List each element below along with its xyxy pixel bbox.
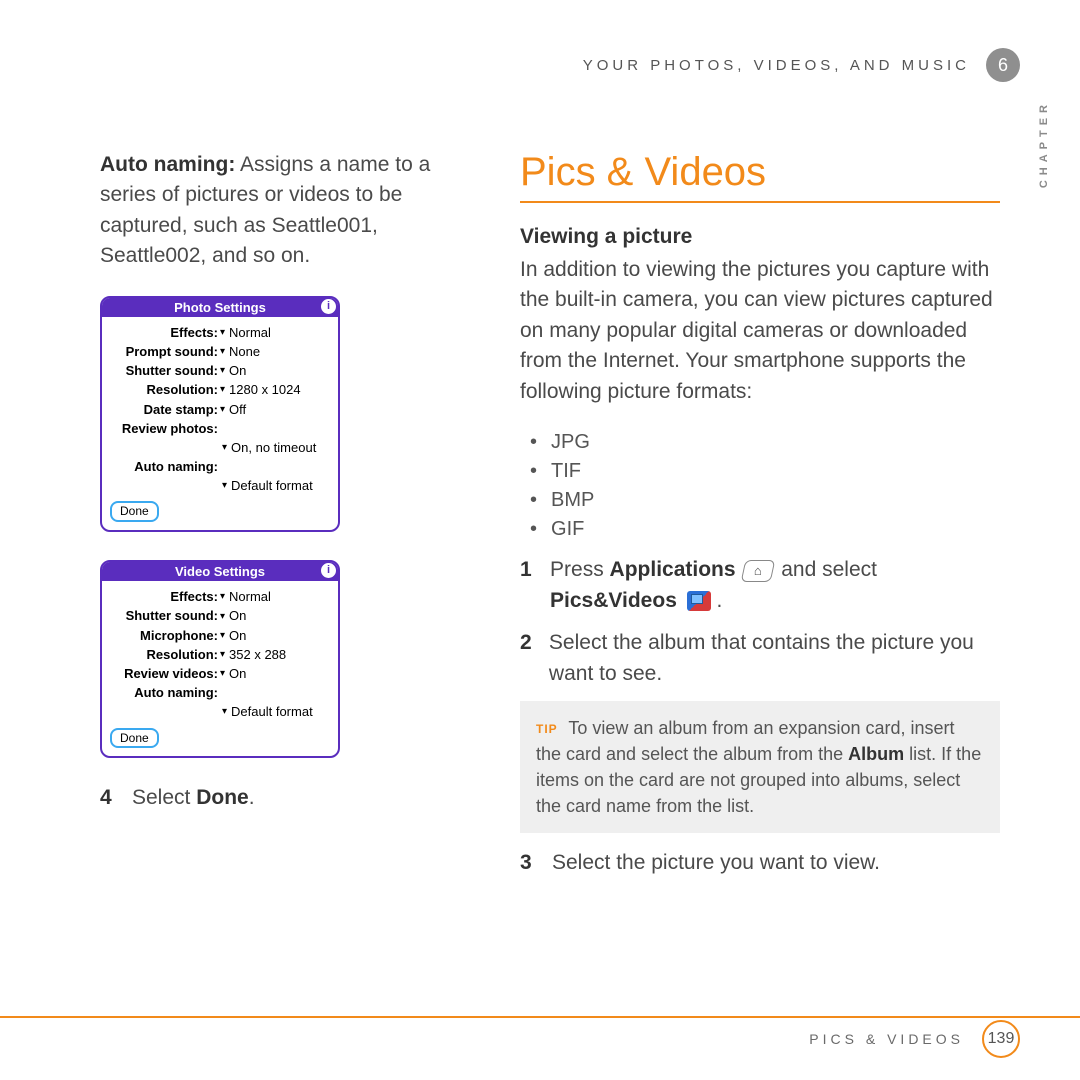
settings-label: Prompt sound: xyxy=(110,343,218,361)
info-icon: i xyxy=(321,299,336,314)
settings-row: Resolution:352 x 288 xyxy=(110,646,330,664)
footer-section: PICS & VIDEOS xyxy=(809,1031,964,1047)
photo-settings-title: Photo Settings i xyxy=(102,298,338,317)
settings-row: Resolution:1280 x 1024 xyxy=(110,381,330,399)
step-number: 1 xyxy=(520,555,536,616)
settings-value: 352 x 288 xyxy=(218,646,286,664)
page-header: YOUR PHOTOS, VIDEOS, AND MUSIC 6 xyxy=(583,48,1020,82)
settings-row: Review photos: xyxy=(110,420,330,438)
done-button[interactable]: Done xyxy=(110,728,159,749)
settings-label: Effects: xyxy=(110,324,218,342)
info-icon: i xyxy=(321,563,336,578)
settings-value: Default format xyxy=(110,703,330,721)
step-2: 2 Select the album that contains the pic… xyxy=(520,628,1000,689)
settings-row: Shutter sound:On xyxy=(110,607,330,625)
settings-label: Auto naming: xyxy=(110,458,218,476)
auto-naming-label: Auto naming: xyxy=(100,153,235,176)
settings-row: Prompt sound:None xyxy=(110,343,330,361)
tip-label: TIP xyxy=(536,722,558,736)
step-number: 3 xyxy=(520,851,538,875)
step-number: 2 xyxy=(520,628,535,689)
format-item: TIF xyxy=(530,460,1000,483)
video-settings-title: Video Settings i xyxy=(102,562,338,581)
settings-row: Auto naming: xyxy=(110,684,330,702)
settings-value: None xyxy=(218,343,260,361)
settings-row: Date stamp:Off xyxy=(110,401,330,419)
intro-paragraph: In addition to viewing the pictures you … xyxy=(520,255,1000,407)
section-title: Pics & Videos xyxy=(520,150,1000,203)
settings-value: Normal xyxy=(218,324,271,342)
settings-label: Shutter sound: xyxy=(110,362,218,380)
settings-row: Effects:Normal xyxy=(110,324,330,342)
settings-value: Normal xyxy=(218,588,271,606)
format-item: GIF xyxy=(530,518,1000,541)
settings-label: Microphone: xyxy=(110,627,218,645)
done-button[interactable]: Done xyxy=(110,501,159,522)
left-column: Auto naming: Assigns a name to a series … xyxy=(100,150,470,875)
formats-list: JPG TIF BMP GIF xyxy=(530,431,1000,541)
photo-settings-window: Photo Settings i Effects:NormalPrompt so… xyxy=(100,296,340,532)
settings-label: Effects: xyxy=(110,588,218,606)
settings-value: Off xyxy=(218,401,246,419)
step-number: 4 xyxy=(100,786,118,810)
tip-box: TIP To view an album from an expansion c… xyxy=(520,701,1000,833)
subheading: Viewing a picture xyxy=(520,225,1000,249)
pics-videos-icon xyxy=(687,591,711,611)
settings-label: Shutter sound: xyxy=(110,607,218,625)
settings-row: Review videos:On xyxy=(110,665,330,683)
home-icon: ⌂ xyxy=(741,560,776,582)
settings-value: On, no timeout xyxy=(110,439,330,457)
step-1: 1 Press Applications ⌂ and select Pics&V… xyxy=(520,555,1000,616)
settings-value: On xyxy=(218,362,246,380)
settings-label: Date stamp: xyxy=(110,401,218,419)
page-footer: PICS & VIDEOS 139 xyxy=(809,1020,1020,1058)
settings-value: Default format xyxy=(110,477,330,495)
settings-row: Shutter sound:On xyxy=(110,362,330,380)
settings-row: Auto naming: xyxy=(110,458,330,476)
footer-rule xyxy=(0,1016,1080,1018)
header-section-text: YOUR PHOTOS, VIDEOS, AND MUSIC xyxy=(583,57,970,74)
chapter-number-badge: 6 xyxy=(986,48,1020,82)
right-column: Pics & Videos Viewing a picture In addit… xyxy=(520,150,1000,875)
settings-label: Review photos: xyxy=(110,420,218,438)
settings-label: Resolution: xyxy=(110,381,218,399)
settings-value: 1280 x 1024 xyxy=(218,381,301,399)
settings-row: Microphone:On xyxy=(110,627,330,645)
step-3: 3 Select the picture you want to view. xyxy=(520,851,1000,875)
format-item: JPG xyxy=(530,431,1000,454)
settings-row: Effects:Normal xyxy=(110,588,330,606)
settings-label: Auto naming: xyxy=(110,684,218,702)
auto-naming-paragraph: Auto naming: Assigns a name to a series … xyxy=(100,150,470,272)
step-4: 4 Select Done. xyxy=(100,786,470,810)
settings-label: Review videos: xyxy=(110,665,218,683)
video-settings-window: Video Settings i Effects:NormalShutter s… xyxy=(100,560,340,758)
settings-value: On xyxy=(218,627,246,645)
settings-value: On xyxy=(218,607,246,625)
settings-label: Resolution: xyxy=(110,646,218,664)
page-number: 139 xyxy=(982,1020,1020,1058)
format-item: BMP xyxy=(530,489,1000,512)
chapter-side-label: CHAPTER xyxy=(1038,100,1050,188)
settings-value: On xyxy=(218,665,246,683)
